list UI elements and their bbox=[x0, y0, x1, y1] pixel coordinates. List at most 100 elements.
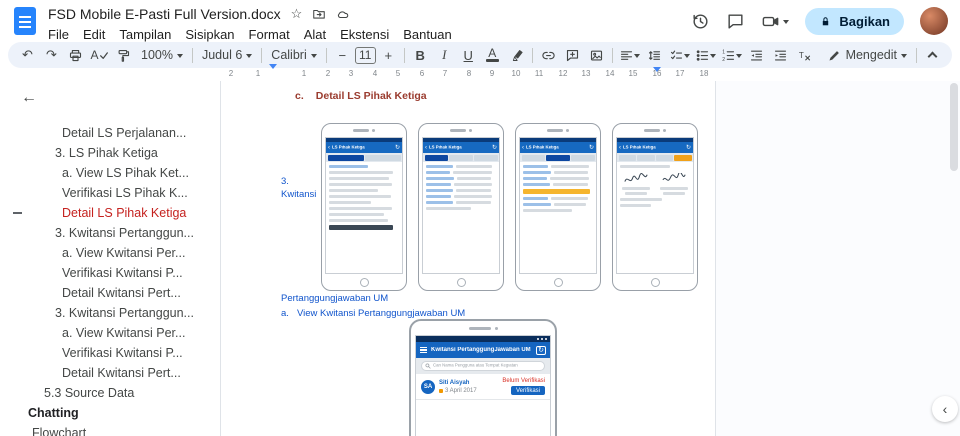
redo-button[interactable]: ↷ bbox=[40, 44, 63, 66]
document-title[interactable]: FSD Mobile E-Pasti Full Version.docx bbox=[48, 6, 281, 22]
home-button bbox=[553, 277, 563, 287]
outline-item[interactable]: 3. Kwitansi Pertanggun... bbox=[0, 223, 220, 243]
document-page[interactable]: c. Detail LS Pihak Ketiga ‹ LS Pihak Keti… bbox=[220, 81, 716, 436]
phone-screen: ‹ LS Pihak Ketiga ↻ bbox=[519, 137, 597, 274]
phone-app-bar: ‹ LS Pihak Ketiga ↻ bbox=[520, 142, 596, 153]
outline-item-label: Detail Kwitansi Pert... bbox=[62, 286, 181, 300]
outline-item[interactable]: Detail LS Perjalanan... bbox=[0, 123, 220, 143]
heading-text: Detail LS Pihak Ketiga bbox=[315, 90, 427, 102]
outline-item[interactable]: 3. LS Pihak Ketiga bbox=[0, 143, 220, 163]
outline-item[interactable]: Detail LS Pihak Ketiga bbox=[0, 203, 220, 223]
insert-link-button[interactable] bbox=[537, 44, 560, 66]
ruler-number: 13 bbox=[581, 69, 591, 78]
sub-heading[interactable]: a. View Kwitansi Pertanggungjawaban UM bbox=[281, 308, 465, 319]
document-outline: ← Detail LS Perjalanan... 3. LS Pihak Ke… bbox=[0, 81, 220, 436]
home-button bbox=[456, 277, 466, 287]
video-call-dropdown-icon[interactable] bbox=[783, 16, 790, 27]
menu-item[interactable]: Ekstensi bbox=[333, 26, 396, 43]
doc-heading[interactable]: c. Detail LS Pihak Ketiga bbox=[295, 90, 427, 102]
zoom-select[interactable]: 100% bbox=[136, 44, 188, 66]
comments-icon[interactable] bbox=[726, 12, 745, 31]
wrapped-heading-fragment[interactable]: 3. Kwitansi bbox=[281, 175, 316, 201]
outline-item[interactable]: a. View LS Pihak Ket... bbox=[0, 163, 220, 183]
font-select[interactable]: Calibri bbox=[266, 44, 321, 66]
align-button[interactable] bbox=[617, 44, 642, 66]
outline-item[interactable]: Detail Kwitansi Pert... bbox=[0, 283, 220, 303]
outline-item[interactable]: a. View Kwitansi Per... bbox=[0, 243, 220, 263]
outline-item[interactable]: a. View Kwitansi Per... bbox=[0, 323, 220, 343]
outline-item[interactable]: Verifikasi Kwitansi P... bbox=[0, 343, 220, 363]
star-icon[interactable]: ☆ bbox=[291, 6, 303, 22]
highlight-color-button[interactable] bbox=[505, 44, 528, 66]
insert-image-button[interactable] bbox=[585, 44, 608, 66]
italic-button[interactable]: I bbox=[433, 44, 456, 66]
scrollbar-thumb[interactable] bbox=[950, 83, 958, 171]
menu-item[interactable]: Format bbox=[242, 26, 297, 43]
menu-item[interactable]: Tampilan bbox=[112, 26, 178, 43]
checklist-button[interactable] bbox=[667, 44, 692, 66]
phone-mockup-4[interactable]: ‹ LS Pihak Ketiga ↻ bbox=[612, 123, 698, 291]
collapse-panel-button[interactable]: ‹ bbox=[932, 396, 958, 422]
outline-item[interactable]: Verifikasi Kwitansi P... bbox=[0, 263, 220, 283]
divider bbox=[325, 47, 327, 63]
bold-button[interactable]: B bbox=[409, 44, 432, 66]
underline-button[interactable]: U bbox=[457, 44, 480, 66]
menu-item[interactable]: Sisipkan bbox=[178, 26, 241, 43]
menu-item[interactable]: Bantuan bbox=[396, 26, 458, 43]
menu-item[interactable]: Alat bbox=[297, 26, 333, 43]
outline-item[interactable]: Chatting bbox=[0, 403, 220, 423]
font-size-increase-button[interactable]: + bbox=[377, 44, 400, 66]
font-size-decrease-button[interactable]: − bbox=[331, 44, 354, 66]
phone-screenshots-row: ‹ LS Pihak Ketiga ↻ ‹ LS Pihak Ketiga ↻ … bbox=[321, 123, 698, 291]
clear-formatting-button[interactable]: T bbox=[793, 44, 816, 66]
docs-logo-icon[interactable] bbox=[14, 7, 36, 35]
menu-item[interactable]: File bbox=[41, 26, 76, 43]
menu-item[interactable]: Edit bbox=[76, 26, 112, 43]
avatar[interactable] bbox=[920, 7, 948, 35]
outline-item[interactable]: Flowchart bbox=[0, 423, 220, 436]
outline-item[interactable]: Detail Kwitansi Pert... bbox=[0, 363, 220, 383]
hide-menus-button[interactable] bbox=[921, 44, 944, 66]
line-spacing-button[interactable] bbox=[643, 44, 666, 66]
divider bbox=[261, 47, 263, 63]
text-color-button[interactable]: A bbox=[481, 44, 504, 66]
video-call-icon[interactable] bbox=[761, 12, 780, 31]
paint-format-button[interactable] bbox=[112, 44, 135, 66]
ruler-number: 2 bbox=[325, 69, 331, 78]
add-comment-button[interactable] bbox=[561, 44, 584, 66]
share-button[interactable]: Bagikan bbox=[805, 7, 904, 35]
outline-item[interactable]: Verifikasi LS Pihak K... bbox=[0, 183, 220, 203]
cloud-status-icon[interactable] bbox=[336, 7, 350, 21]
outline-item[interactable]: 3. Kwitansi Pertanggun... bbox=[0, 303, 220, 323]
move-folder-icon[interactable] bbox=[312, 7, 326, 21]
scrollbar-track bbox=[949, 81, 959, 436]
editing-mode-select[interactable]: Mengedit bbox=[822, 44, 912, 66]
phone-mockup-2[interactable]: ‹ LS Pihak Ketiga ↻ bbox=[418, 123, 504, 291]
outline-item[interactable]: 5.3 Source Data bbox=[0, 383, 220, 403]
phone-mockup-large[interactable]: Kwitansi PertanggungJawaban UM ↻ Cari Na… bbox=[409, 319, 557, 436]
phone-tabs bbox=[423, 153, 499, 162]
print-button[interactable] bbox=[64, 44, 87, 66]
phone-mockup-1[interactable]: ‹ LS Pihak Ketiga ↻ bbox=[321, 123, 407, 291]
font-size-value[interactable]: 11 bbox=[354, 46, 376, 64]
meet-group bbox=[761, 12, 790, 31]
phone-mockup-3[interactable]: ‹ LS Pihak Ketiga ↻ bbox=[515, 123, 601, 291]
increase-indent-button[interactable] bbox=[769, 44, 792, 66]
lock-icon bbox=[823, 16, 829, 25]
close-outline-button[interactable]: ← bbox=[14, 83, 44, 113]
outline-item-label: Detail LS Pihak Ketiga bbox=[62, 206, 187, 220]
heading-continuation[interactable]: Pertanggungjawaban UM bbox=[281, 293, 388, 304]
wrap-number: 3. bbox=[281, 176, 289, 187]
phone-item-info: Siti Aisyah 3 April 2017 bbox=[439, 380, 498, 394]
version-history-icon[interactable] bbox=[691, 12, 710, 31]
status-badge: Belum Verifikasi bbox=[502, 378, 545, 384]
spellcheck-button[interactable]: A bbox=[88, 44, 111, 66]
text-color-letter: A bbox=[488, 46, 497, 60]
title-row: FSD Mobile E-Pasti Full Version.docx ☆ bbox=[48, 5, 691, 23]
numbered-list-button[interactable]: 12 bbox=[719, 44, 744, 66]
undo-button[interactable]: ↶ bbox=[16, 44, 39, 66]
bulleted-list-button[interactable] bbox=[693, 44, 718, 66]
decrease-indent-button[interactable] bbox=[745, 44, 768, 66]
styles-select[interactable]: Judul 6 bbox=[197, 44, 257, 66]
ruler-number: 12 bbox=[558, 69, 568, 78]
